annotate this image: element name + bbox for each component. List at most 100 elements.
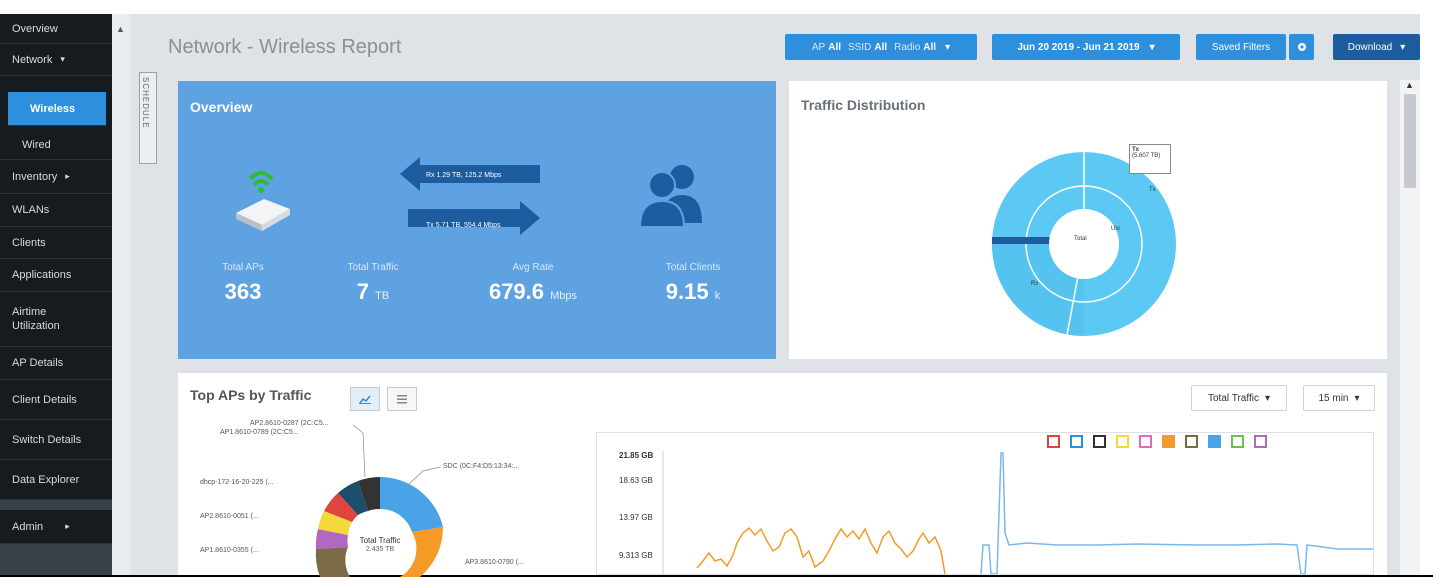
sidebar-item-wireless[interactable]: Wireless	[8, 92, 106, 126]
stat-total-clients-value: 9.15 k	[623, 279, 763, 305]
tx-label: Tx 5.71 TB, 554.4 Mbps	[426, 222, 501, 229]
filter-button[interactable]: AP All SSID All Radio All ▾	[785, 34, 977, 60]
sidebar-item-wlans[interactable]: WLANs	[0, 194, 112, 227]
sidebar-item-overview[interactable]: Overview	[0, 14, 112, 44]
sunburst-rx-label: Rx	[1031, 281, 1039, 287]
download-label: Download	[1347, 41, 1393, 53]
sunburst-usr-label: Usr	[1111, 226, 1121, 232]
series-line-orange	[696, 526, 946, 574]
stat-total-aps-number: 363	[224, 279, 262, 304]
series-line-blue	[980, 452, 1373, 574]
sidebar-footer	[0, 544, 112, 575]
donut-leader-lines	[352, 424, 441, 486]
gear-icon[interactable]	[1289, 34, 1314, 60]
sunburst-center-label: Total	[1074, 236, 1087, 242]
sidebar-item-wired[interactable]: Wired	[0, 130, 112, 160]
sidebar-item-ap-details[interactable]: AP Details	[0, 347, 112, 380]
ssid-filter-label: SSID	[848, 41, 872, 53]
date-range-button[interactable]: Jun 20 2019 - Jun 21 2019 ▾	[992, 34, 1180, 60]
traffic-sunburst-chart[interactable]	[989, 149, 1179, 339]
interval-select[interactable]: 15 min ▾	[1303, 385, 1375, 411]
chevron-right-icon: ▸	[65, 521, 70, 531]
sidebar-item-label: Network	[12, 53, 53, 66]
ap-filter-label: AP	[811, 41, 826, 53]
sidebar-item-label: Clients	[12, 236, 46, 249]
overview-card: Overview Rx 1.29 TB, 125.2 Mbps Tx 5.71 …	[178, 81, 776, 359]
users-icon	[638, 165, 702, 227]
stat-total-traffic-unit: TB	[375, 290, 390, 302]
stat-total-traffic-value: 7 TB	[303, 279, 443, 305]
stat-total-traffic-label: Total Traffic	[347, 262, 399, 273]
sidebar-item-label: AP Details	[12, 357, 64, 369]
rx-label: Rx 1.29 TB, 125.2 Mbps	[426, 172, 502, 179]
sidebar-item-network[interactable]: Network ▾	[0, 44, 112, 76]
sidebar-item-label: Data Explorer	[12, 473, 80, 486]
sidebar-item-label: WLANs	[12, 204, 50, 216]
stat-avg-rate-number: 679.6	[488, 279, 545, 304]
sidebar-divider	[0, 500, 112, 510]
scrollbar-thumb[interactable]	[1404, 94, 1416, 188]
sidebar-item-airtime-utilization[interactable]: Airtime Utilization	[0, 292, 112, 347]
sidebar-item-label: Client Details	[12, 393, 77, 406]
schedule-label: SCHEDULE	[141, 77, 150, 129]
sidebar-item-label: Applications	[12, 269, 72, 281]
sidebar-item-label: Inventory	[12, 170, 58, 183]
stat-total-aps-label: Total APs	[222, 262, 264, 273]
sunburst-small-segments[interactable]	[992, 237, 1050, 244]
top-aps-line-chart[interactable]: 21.85 GB 18.63 GB 13.97 GB 9.313 GB	[596, 432, 1374, 575]
ssid-filter-value: All	[874, 41, 888, 53]
tooltip-value: (5.607 TB)	[1132, 153, 1161, 159]
overview-title: Overview	[190, 99, 253, 115]
chevron-down-icon: ▾	[1264, 392, 1270, 404]
sidebar-item-switch-details[interactable]: Switch Details	[0, 420, 112, 460]
traffic-distribution-title: Traffic Distribution	[801, 97, 926, 113]
chevron-down-icon: ▾	[60, 54, 65, 64]
sidebar-item-admin[interactable]: Admin ▸	[0, 510, 112, 544]
metric-select-label: Total Traffic	[1208, 392, 1259, 404]
saved-filters-button[interactable]: Saved Filters	[1196, 34, 1286, 60]
chevron-down-icon: ▾	[1354, 392, 1360, 404]
sidebar-item-clients[interactable]: Clients	[0, 227, 112, 259]
scroll-up-icon[interactable]: ▲	[116, 24, 125, 34]
gear-icon-glyph	[1297, 43, 1306, 51]
stat-total-aps-value: 363	[173, 279, 313, 305]
metric-select[interactable]: Total Traffic ▾	[1191, 385, 1287, 411]
sidebar-scrollbar[interactable]: ▲	[112, 14, 130, 575]
stat-avg-rate-unit: Mbps	[550, 290, 578, 302]
scroll-up-icon[interactable]: ▲	[1405, 80, 1414, 90]
main-scrollbar[interactable]: ▲	[1400, 80, 1420, 575]
sidebar-item-applications[interactable]: Applications	[0, 259, 112, 292]
traffic-distribution-card: Traffic Distribution Total Tx Usr Rx Tx …	[789, 81, 1387, 359]
stat-avg-rate-label: Avg Rate	[512, 262, 554, 273]
saved-filters-label: Saved Filters	[1211, 41, 1271, 53]
stat-total-clients-unit: k	[714, 290, 721, 302]
chevron-right-icon: ▸	[65, 171, 70, 181]
line-chart-plot	[662, 451, 1373, 574]
sidebar-item-label: Admin	[12, 520, 44, 533]
traffic-arrows-icon	[400, 157, 540, 235]
sidebar: Overview Network ▾ Wireless Wired Invento…	[0, 14, 112, 575]
sidebar-item-client-details[interactable]: Client Details	[0, 380, 112, 420]
chevron-down-icon: ▾	[1400, 41, 1406, 53]
access-point-icon	[236, 171, 290, 231]
radio-filter-label: Radio	[894, 41, 921, 53]
stat-avg-rate-value: 679.6 Mbps	[463, 279, 603, 305]
sidebar-item-inventory[interactable]: Inventory ▸	[0, 160, 112, 194]
download-button[interactable]: Download ▾	[1333, 34, 1420, 60]
stat-total-clients-label: Total Clients	[665, 262, 721, 273]
sidebar-item-label: Wireless	[30, 102, 76, 115]
sunburst-tooltip: Tx (5.607 TB)	[1129, 144, 1171, 174]
sidebar-item-label: Airtime Utilization	[12, 306, 60, 332]
page-title: Network - Wireless Report	[168, 36, 402, 58]
interval-select-label: 15 min	[1318, 392, 1349, 404]
ap-filter-value: All	[828, 41, 842, 53]
chevron-down-icon: ▾	[945, 41, 951, 53]
date-range-label: Jun 20 2019 - Jun 21 2019	[1017, 41, 1140, 53]
sidebar-item-label: Overview	[12, 22, 58, 35]
sidebar-item-label: Wired	[22, 138, 51, 151]
sidebar-item-data-explorer[interactable]: Data Explorer	[0, 460, 112, 500]
sunburst-tx-label: Tx	[1149, 187, 1156, 193]
chevron-down-icon: ▾	[1149, 41, 1155, 53]
radio-filter-value: All	[923, 41, 937, 53]
schedule-tab[interactable]: SCHEDULE	[139, 72, 157, 164]
